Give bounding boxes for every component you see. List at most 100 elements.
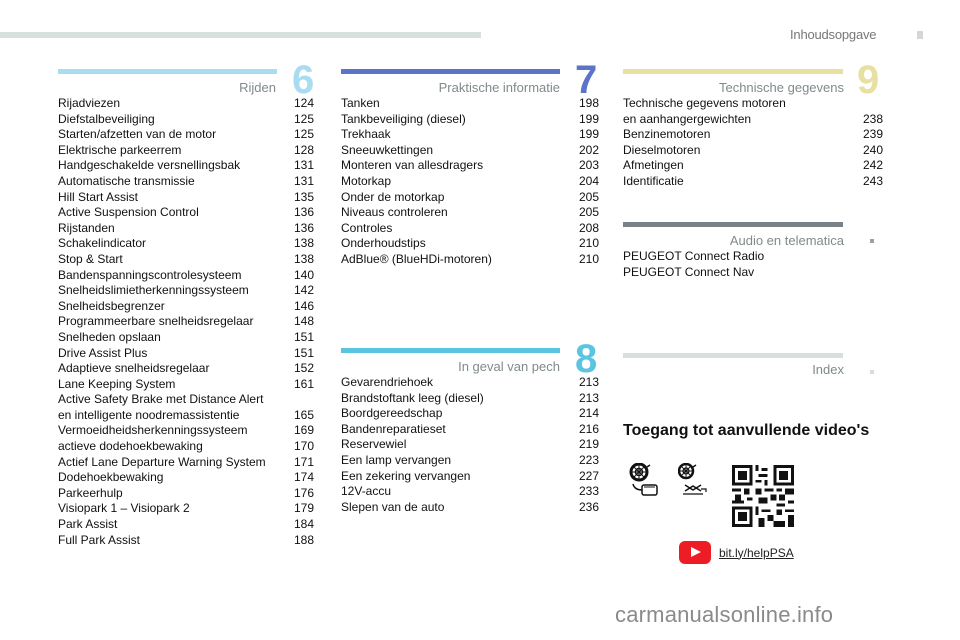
watermark: carmanualsonline.info bbox=[615, 602, 834, 627]
toc-entry-page: 179 bbox=[293, 501, 314, 516]
toc-entry-label: PEUGEOT Connect Radio bbox=[623, 249, 765, 263]
toc-entry[interactable]: Dieselmotoren 240 bbox=[623, 143, 883, 159]
toc-entry-label: 12V-accu bbox=[341, 484, 392, 499]
toc-entry[interactable]: Brandstoftank leeg (diesel) 213 bbox=[341, 391, 599, 407]
toc-entry-label: Snelheidslimietherkenningssysteem bbox=[58, 283, 249, 298]
toc-entry-label: Active Safety Brake met Distance Alert e… bbox=[58, 392, 264, 422]
toc-entry-label: actieve dodehoekbewaking bbox=[58, 439, 203, 454]
toc-entry[interactable]: Een zekering vervangen 227 bbox=[341, 469, 599, 485]
toc-entry[interactable]: Drive Assist Plus 151 bbox=[58, 346, 314, 362]
toc-entry[interactable]: Boordgereedschap 214 bbox=[341, 406, 599, 422]
toc-entry[interactable]: Tanken 198 bbox=[341, 96, 599, 112]
toc-entry[interactable]: Dodehoekbewaking 174 bbox=[58, 470, 314, 486]
toc-entry[interactable]: Starten/afzetten van de motor 125 bbox=[58, 127, 314, 143]
toc-entry[interactable]: Adaptieve snelheidsregelaar 152 bbox=[58, 361, 314, 377]
toc-entry[interactable]: Visiopark 1 – Visiopark 2 179 bbox=[58, 501, 314, 517]
toc-entry-page: 243 bbox=[862, 173, 883, 188]
toc-entry-page: 213 bbox=[578, 390, 599, 405]
toc-entry[interactable]: Trekhaak 199 bbox=[341, 127, 599, 143]
toc-entry[interactable]: Actief Lane Departure Warning System 171 bbox=[58, 455, 314, 471]
toc-entry[interactable]: Active Safety Brake met Distance Alert e… bbox=[58, 392, 314, 423]
toc-entry[interactable]: Tankbeveiliging (diesel) 199 bbox=[341, 112, 599, 128]
toc-entry[interactable]: Schakelindicator 138 bbox=[58, 236, 314, 252]
entry-list: Gevarendriehoek 213 Brandstoftank leeg (di… bbox=[341, 375, 599, 515]
toc-entry[interactable]: Sneeuwkettingen 202 bbox=[341, 143, 599, 159]
toc-entry[interactable]: Snelheidslimietherkenningssysteem 142 bbox=[58, 283, 314, 299]
toc-entry[interactable]: Vermoeidheidsherkenningssysteem 169 bbox=[58, 423, 314, 439]
toc-entry-page: 128 bbox=[293, 142, 314, 157]
page-title: Inhoudsopgave bbox=[790, 27, 877, 42]
toc-entry[interactable]: Monteren van allesdragers 203 bbox=[341, 158, 599, 174]
toc-entry-label: Snelheden opslaan bbox=[58, 329, 161, 344]
toc-entry-page: 140 bbox=[293, 267, 314, 282]
toc-entry-page: 208 bbox=[578, 220, 599, 235]
toc-entry[interactable]: Elektrische parkeerrem 128 bbox=[58, 143, 314, 159]
toc-entry-page: 236 bbox=[578, 499, 599, 514]
toc-entry[interactable]: actieve dodehoekbewaking 170 bbox=[58, 439, 314, 455]
toc-entry-label: Afmetingen bbox=[623, 158, 684, 173]
toc-entry-page: 210 bbox=[578, 236, 599, 251]
toc-entry[interactable]: Lane Keeping System 161 bbox=[58, 377, 314, 393]
toc-entry[interactable]: Full Park Assist 188 bbox=[58, 533, 314, 549]
toc-entry-label: Tanken bbox=[341, 96, 380, 110]
toc-entry[interactable]: Gevarendriehoek 213 bbox=[341, 375, 599, 391]
toc-entry-page: 124 bbox=[293, 96, 314, 110]
toc-entry-page: 176 bbox=[293, 485, 314, 500]
toc-entry[interactable]: Hill Start Assist 135 bbox=[58, 190, 314, 206]
toc-entry-page: 205 bbox=[578, 205, 599, 220]
toc-entry-label: Boordgereedschap bbox=[341, 406, 443, 421]
toc-entry[interactable]: Benzinemotoren 239 bbox=[623, 127, 883, 143]
toc-entry[interactable]: Motorkap 204 bbox=[341, 174, 599, 190]
toc-entry[interactable]: PEUGEOT Connect Nav bbox=[623, 265, 883, 281]
toc-entry[interactable]: Programmeerbare snelheidsregelaar 148 bbox=[58, 314, 314, 330]
toc-entry[interactable]: Snelheden opslaan 151 bbox=[58, 330, 314, 346]
toc-entry[interactable]: Onder de motorkap 205 bbox=[341, 190, 599, 206]
toc-entry[interactable]: Park Assist 184 bbox=[58, 517, 314, 533]
toc-entry[interactable]: Automatische transmissie 131 bbox=[58, 174, 314, 190]
toc-entry[interactable]: Handgeschakelde versnellingsbak 131 bbox=[58, 158, 314, 174]
toc-entry-label: Brandstoftank leeg (diesel) bbox=[341, 390, 484, 405]
toc-entry[interactable]: Rijadviezen 124 bbox=[58, 96, 314, 112]
toc-entry[interactable]: Rijstanden 136 bbox=[58, 221, 314, 237]
toc-entry[interactable]: Active Suspension Control 136 bbox=[58, 205, 314, 221]
toc-entry-page: 238 bbox=[862, 111, 883, 126]
toc-entry[interactable]: AdBlue® (BlueHDi-motoren) 210 bbox=[341, 252, 599, 268]
toc-entry[interactable]: Een lamp vervangen 223 bbox=[341, 453, 599, 469]
toc-entry[interactable]: PEUGEOT Connect Radio bbox=[623, 249, 883, 265]
toc-entry[interactable]: Technische gegevens motoren en aanhanger… bbox=[623, 96, 883, 127]
toc-entry[interactable]: Diefstalbeveiliging 125 bbox=[58, 112, 314, 128]
video-link-row[interactable]: bit.ly/helpPSA bbox=[679, 541, 794, 564]
toc-entry[interactable]: Slepen van de auto 236 bbox=[341, 500, 599, 516]
entry-list: Tanken 198 Tankbeveiliging (diesel) 199 Trek… bbox=[341, 96, 599, 268]
toc-entry[interactable]: Bandenspanningscontrolesysteem 140 bbox=[58, 268, 314, 284]
toc-entry-label: Bandenreparatieset bbox=[341, 421, 446, 436]
toc-entry[interactable]: Reservewiel 219 bbox=[341, 437, 599, 453]
videos-heading: Toegang tot aanvullende video's bbox=[623, 422, 870, 439]
toc-entry[interactable]: Bandenreparatieset 216 bbox=[341, 422, 599, 438]
toc-entry-label: Rijstanden bbox=[58, 220, 115, 235]
toc-entry[interactable]: Niveaus controleren 205 bbox=[341, 205, 599, 221]
toc-entry[interactable]: Identificatie 243 bbox=[623, 174, 883, 190]
toc-entry-page: 165 bbox=[293, 407, 314, 422]
toc-entry[interactable]: Controles 208 bbox=[341, 221, 599, 237]
youtube-icon[interactable] bbox=[679, 541, 711, 564]
toc-entry[interactable]: Parkeerhulp 176 bbox=[58, 486, 314, 502]
qr-code[interactable] bbox=[732, 465, 794, 532]
toc-entry-label: Park Assist bbox=[58, 517, 118, 532]
toc-entry-page: 152 bbox=[293, 361, 314, 376]
section-marker bbox=[870, 239, 874, 243]
toc-entry[interactable]: Afmetingen 242 bbox=[623, 158, 883, 174]
tyre-repair-kit-icon bbox=[628, 462, 662, 506]
help-psa-link[interactable]: bit.ly/helpPSA bbox=[719, 546, 794, 560]
toc-entry[interactable]: Stop & Start 138 bbox=[58, 252, 314, 268]
toc-entry-label: Onder de motorkap bbox=[341, 189, 445, 204]
toc-entry[interactable]: Snelheidsbegrenzer 146 bbox=[58, 299, 314, 315]
toc-entry-label: Handgeschakelde versnellingsbak bbox=[58, 158, 241, 173]
toc-entry[interactable]: Onderhoudstips 210 bbox=[341, 236, 599, 252]
toc-entry-page: 131 bbox=[293, 173, 314, 188]
toc-entry[interactable]: 12V-accu 233 bbox=[341, 484, 599, 500]
toc-entry-page: 242 bbox=[862, 158, 883, 173]
toc-entry-page: 202 bbox=[578, 142, 599, 157]
toc-entry-label: Schakelindicator bbox=[58, 236, 147, 251]
toc-entry-label: Visiopark 1 – Visiopark 2 bbox=[58, 501, 190, 516]
